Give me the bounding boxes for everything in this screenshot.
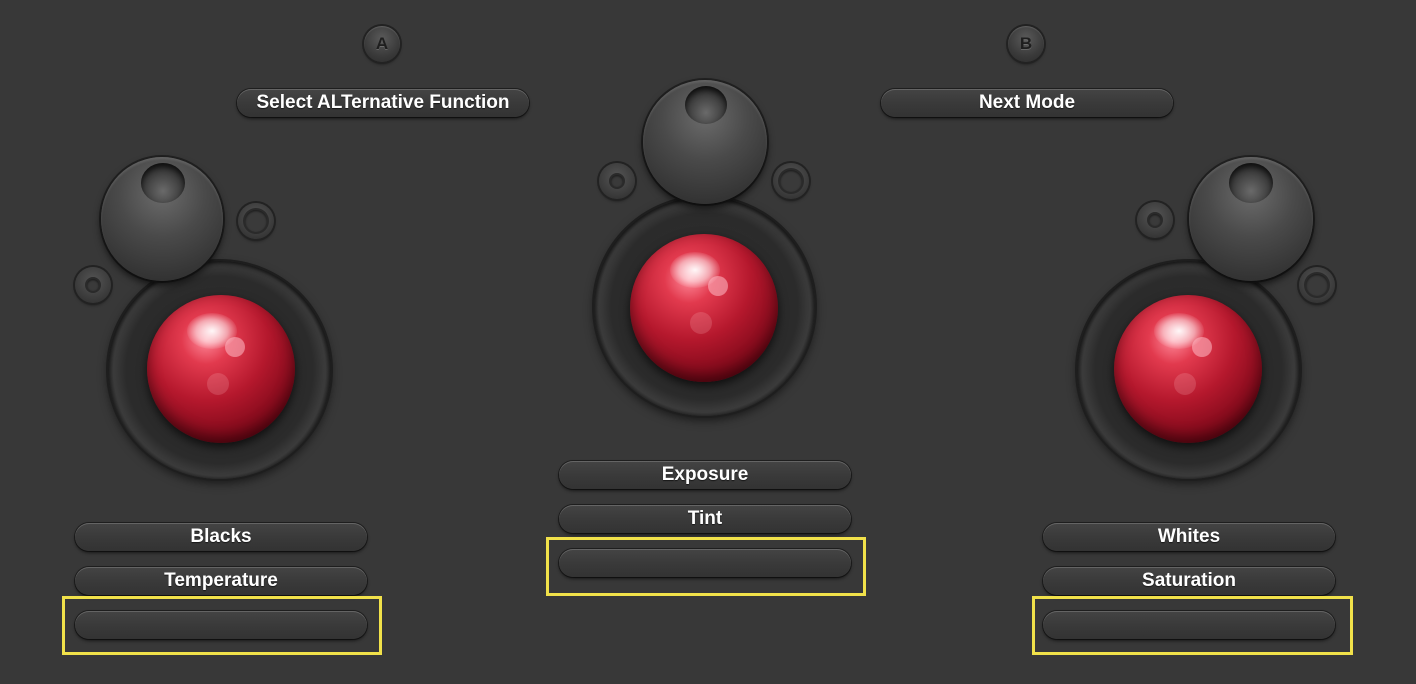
blacks-button[interactable]: Blacks (75, 523, 367, 551)
whites-label: Whites (1157, 526, 1221, 547)
center-empty-button[interactable] (559, 549, 851, 577)
center-small-button-right[interactable] (773, 163, 809, 199)
a-button-label: A (375, 34, 389, 53)
temperature-label: Temperature (164, 570, 278, 591)
right-knob[interactable] (1189, 157, 1313, 281)
select-alt-function-label: Select ALTernative Function (256, 92, 510, 113)
right-trackball[interactable] (1114, 295, 1262, 443)
left-empty-button[interactable] (75, 611, 367, 639)
b-button[interactable]: B (1008, 26, 1044, 62)
right-small-button-left[interactable] (1137, 202, 1173, 238)
select-alt-function-button[interactable]: Select ALTernative Function (237, 89, 529, 117)
right-small-button-right[interactable] (1299, 267, 1335, 303)
temperature-button[interactable]: Temperature (75, 567, 367, 595)
next-mode-button[interactable]: Next Mode (881, 89, 1173, 117)
b-button-label: B (1019, 34, 1033, 53)
saturation-label: Saturation (1142, 570, 1236, 591)
left-small-button-right[interactable] (238, 203, 274, 239)
exposure-button[interactable]: Exposure (559, 461, 851, 489)
blacks-label: Blacks (190, 526, 252, 547)
center-small-button-left[interactable] (599, 163, 635, 199)
left-trackball[interactable] (147, 295, 295, 443)
right-empty-button[interactable] (1043, 611, 1335, 639)
center-trackball[interactable] (630, 234, 778, 382)
center-knob[interactable] (643, 80, 767, 204)
exposure-label: Exposure (661, 464, 749, 485)
left-knob[interactable] (101, 157, 223, 281)
whites-button[interactable]: Whites (1043, 523, 1335, 551)
tint-button[interactable]: Tint (559, 505, 851, 533)
tint-label: Tint (687, 508, 723, 529)
saturation-button[interactable]: Saturation (1043, 567, 1335, 595)
next-mode-label: Next Mode (978, 92, 1076, 113)
a-button[interactable]: A (364, 26, 400, 62)
left-small-button-left[interactable] (75, 267, 111, 303)
